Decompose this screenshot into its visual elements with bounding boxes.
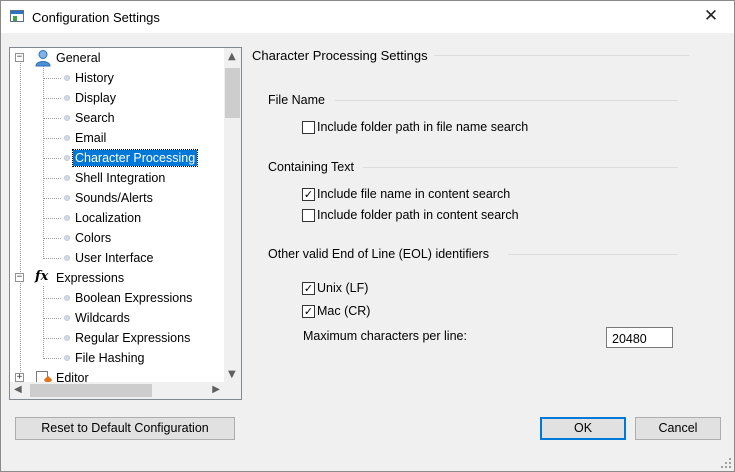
panel-title: Character Processing Settings bbox=[252, 48, 428, 63]
scroll-left-icon[interactable]: ◀ bbox=[14, 384, 22, 395]
tree-node-label: Sounds/Alerts bbox=[75, 191, 153, 205]
tree-node-wildcards[interactable]: Wildcards bbox=[10, 308, 224, 328]
resize-grip-icon[interactable] bbox=[720, 457, 732, 469]
divider bbox=[508, 254, 678, 255]
title-bar: Configuration Settings ✕ bbox=[1, 1, 734, 33]
checkbox-label: Include folder path in content search bbox=[317, 208, 519, 222]
bullet-icon bbox=[64, 155, 70, 161]
ok-button[interactable]: OK bbox=[540, 417, 626, 440]
scroll-up-icon[interactable]: ▲ bbox=[228, 51, 236, 62]
tree-node-sounds-alerts[interactable]: Sounds/Alerts bbox=[10, 188, 224, 208]
bullet-icon bbox=[64, 255, 70, 261]
bullet-icon bbox=[64, 335, 70, 341]
tree-node-label: Email bbox=[75, 131, 107, 145]
tree-node-label: Shell Integration bbox=[75, 171, 166, 185]
tree-node-file-hashing[interactable]: File Hashing bbox=[10, 348, 224, 368]
collapse-icon[interactable]: − bbox=[15, 53, 24, 62]
tree-node-editor[interactable]: + Editor bbox=[10, 368, 224, 383]
containing-text-group-header: Containing Text bbox=[268, 160, 354, 174]
bullet-icon bbox=[64, 195, 70, 201]
configuration-settings-dialog: Configuration Settings ✕ − General Histo… bbox=[0, 0, 735, 472]
tree-node-label: Display bbox=[75, 91, 116, 105]
bullet-icon bbox=[64, 355, 70, 361]
checkbox-label: Mac (CR) bbox=[317, 304, 371, 318]
tree-node-label: Colors bbox=[75, 231, 112, 245]
bullet-icon bbox=[64, 95, 70, 101]
tree-node-label: Wildcards bbox=[75, 311, 130, 325]
include-folder-path-content-checkbox[interactable]: Include folder path in content search bbox=[302, 208, 552, 224]
close-icon: ✕ bbox=[703, 6, 719, 26]
reset-default-button[interactable]: Reset to Default Configuration bbox=[15, 417, 235, 440]
close-button[interactable]: ✕ bbox=[688, 1, 734, 33]
window-title: Configuration Settings bbox=[32, 10, 160, 25]
tree-node-label: Expressions bbox=[56, 271, 125, 285]
checkbox-box-checked[interactable]: ✓ bbox=[302, 188, 315, 201]
bullet-icon bbox=[64, 235, 70, 241]
max-chars-input[interactable] bbox=[606, 327, 673, 348]
bullet-icon bbox=[64, 175, 70, 181]
eol-group-header: Other valid End of Line (EOL) identifier… bbox=[268, 247, 489, 261]
divider bbox=[434, 55, 689, 56]
expand-icon[interactable]: + bbox=[15, 373, 24, 382]
tree-node-expressions[interactable]: − fx Expressions bbox=[10, 268, 224, 288]
checkbox-box-checked[interactable]: ✓ bbox=[302, 282, 315, 295]
settings-tree[interactable]: − General History Display Search Email C… bbox=[9, 47, 242, 400]
tree-node-label: Localization bbox=[75, 211, 142, 225]
checkbox-box-checked[interactable]: ✓ bbox=[302, 305, 315, 318]
checkbox-box[interactable] bbox=[302, 121, 315, 134]
tree-node-localization[interactable]: Localization bbox=[10, 208, 224, 228]
collapse-icon[interactable]: − bbox=[15, 273, 24, 282]
tree-node-regular-expressions[interactable]: Regular Expressions bbox=[10, 328, 224, 348]
include-folder-path-file-name-checkbox[interactable]: Include folder path in file name search bbox=[302, 120, 562, 136]
scrollbar-corner bbox=[224, 382, 241, 399]
fx-icon: fx bbox=[35, 269, 49, 284]
tree-node-label: User Interface bbox=[75, 251, 154, 265]
tree-node-label: Boolean Expressions bbox=[75, 291, 193, 305]
tree-node-boolean-expressions[interactable]: Boolean Expressions bbox=[10, 288, 224, 308]
tree-content: − General History Display Search Email C… bbox=[10, 48, 224, 383]
tree-vertical-scrollbar[interactable]: ▲ ▼ bbox=[224, 48, 241, 383]
tree-node-colors[interactable]: Colors bbox=[10, 228, 224, 248]
vertical-scroll-thumb[interactable] bbox=[225, 68, 240, 118]
tree-node-search[interactable]: Search bbox=[10, 108, 224, 128]
tree-node-label-selected: Character Processing bbox=[71, 149, 199, 167]
scroll-down-icon[interactable]: ▼ bbox=[228, 369, 236, 380]
tree-node-label: History bbox=[75, 71, 114, 85]
bullet-icon bbox=[64, 135, 70, 141]
tree-node-user-interface[interactable]: User Interface bbox=[10, 248, 224, 268]
tree-horizontal-scrollbar[interactable]: ◀ ▶ bbox=[10, 382, 224, 399]
bullet-icon bbox=[64, 215, 70, 221]
mac-cr-checkbox[interactable]: ✓ Mac (CR) bbox=[302, 304, 392, 320]
cancel-button[interactable]: Cancel bbox=[635, 417, 721, 440]
tree-node-email[interactable]: Email bbox=[10, 128, 224, 148]
tree-node-label: Regular Expressions bbox=[75, 331, 191, 345]
checkbox-label: Unix (LF) bbox=[317, 281, 369, 295]
tree-node-label: Search bbox=[75, 111, 115, 125]
tree-node-character-processing[interactable]: Character Processing bbox=[10, 148, 224, 168]
bullet-icon bbox=[64, 295, 70, 301]
tree-node-general[interactable]: − General bbox=[10, 48, 224, 68]
divider bbox=[363, 167, 678, 168]
tree-node-label: General bbox=[56, 51, 101, 65]
unix-lf-checkbox[interactable]: ✓ Unix (LF) bbox=[302, 281, 392, 297]
tree-node-label: File Hashing bbox=[75, 351, 145, 365]
divider bbox=[335, 100, 678, 101]
horizontal-scroll-thumb[interactable] bbox=[30, 384, 152, 397]
user-icon bbox=[35, 50, 51, 67]
checkbox-label: Include file name in content search bbox=[317, 187, 511, 201]
bullet-icon bbox=[64, 315, 70, 321]
checkbox-box[interactable] bbox=[302, 209, 315, 222]
include-file-name-content-checkbox[interactable]: ✓ Include file name in content search bbox=[302, 187, 542, 203]
bullet-icon bbox=[64, 75, 70, 81]
tree-node-history[interactable]: History bbox=[10, 68, 224, 88]
scroll-right-icon[interactable]: ▶ bbox=[212, 384, 220, 395]
checkbox-label: Include folder path in file name search bbox=[317, 120, 529, 134]
tree-node-display[interactable]: Display bbox=[10, 88, 224, 108]
bullet-icon bbox=[64, 115, 70, 121]
app-window-icon bbox=[10, 10, 24, 22]
tree-node-shell-integration[interactable]: Shell Integration bbox=[10, 168, 224, 188]
max-chars-label: Maximum characters per line: bbox=[303, 329, 467, 343]
file-name-group-header: File Name bbox=[268, 93, 325, 107]
